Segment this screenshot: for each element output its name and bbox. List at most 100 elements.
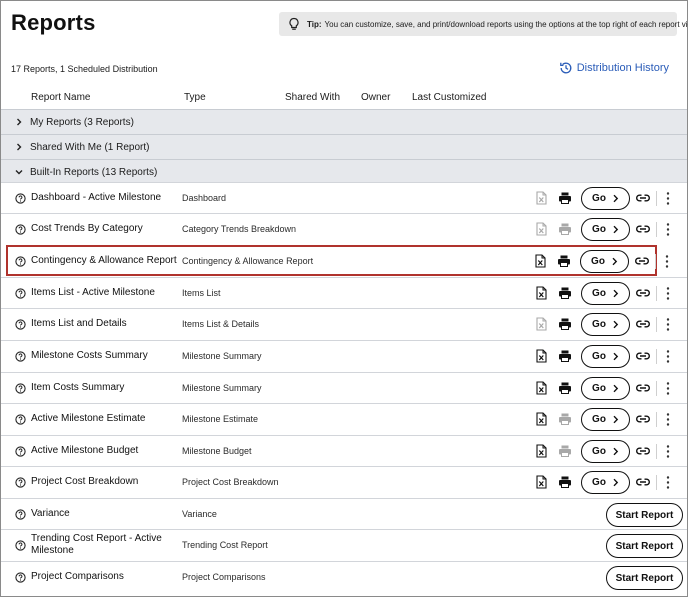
table-row[interactable]: Dashboard - Active Milestone Dashboard Go [1,182,687,213]
start-report-button[interactable]: Start Report [606,503,683,527]
report-group[interactable]: Shared With Me (1 Report) [1,134,687,159]
column-header-last-customized[interactable]: Last Customized [412,92,486,103]
link-icon[interactable] [635,192,651,204]
table-row[interactable]: Active Milestone Estimate Milestone Estim… [1,403,687,434]
divider [656,444,657,459]
printer-icon[interactable] [558,286,572,300]
help-circle-icon[interactable] [15,477,26,488]
help-circle-icon[interactable] [15,193,26,204]
excel-file-icon[interactable] [536,381,547,395]
help-circle-icon[interactable] [15,256,26,267]
link-icon[interactable] [635,413,651,425]
help-circle-icon[interactable] [15,319,26,330]
excel-file-icon[interactable] [536,444,547,458]
printer-icon[interactable] [558,475,572,489]
go-button[interactable]: Go [581,471,630,494]
table-row[interactable]: Items List and Details Items List & Detai… [1,308,687,339]
report-name[interactable]: Variance [31,508,70,519]
more-vertical-icon[interactable] [665,286,671,301]
report-type: Project Comparisons [182,572,266,582]
table-row[interactable]: Items List - Active Milestone Items List G… [1,277,687,308]
help-circle-icon[interactable] [15,288,26,299]
table-row[interactable]: Contingency & Allowance Report Contingenc… [6,245,669,276]
distribution-history-link[interactable]: Distribution History [559,61,669,75]
report-name[interactable]: Active Milestone Estimate [31,413,146,424]
report-group[interactable]: My Reports (3 Reports) [1,109,687,134]
table-row[interactable]: Variance Variance Start Report [1,498,687,529]
go-button[interactable]: Go [580,250,629,273]
help-circle-icon[interactable] [15,572,26,583]
help-circle-icon[interactable] [15,509,26,520]
go-button[interactable]: Go [581,313,630,336]
table-row[interactable]: Project Comparisons Project Comparisons St… [1,561,687,592]
more-vertical-icon[interactable] [665,349,671,364]
more-vertical-icon[interactable] [665,475,671,490]
report-name[interactable]: Dashboard - Active Milestone [31,192,161,203]
more-vertical-icon[interactable] [665,191,671,206]
link-icon[interactable] [635,223,651,235]
go-button[interactable]: Go [581,408,630,431]
go-button[interactable]: Go [581,282,630,305]
report-name[interactable]: Project Comparisons [31,571,124,582]
more-vertical-icon[interactable] [665,317,671,332]
report-name[interactable]: Project Cost Breakdown [31,476,138,487]
go-button[interactable]: Go [581,187,630,210]
help-circle-icon[interactable] [15,351,26,362]
printer-icon[interactable] [558,191,572,205]
help-circle-icon[interactable] [15,446,26,457]
help-circle-icon[interactable] [15,224,26,235]
more-vertical-icon[interactable] [665,444,671,459]
more-vertical-icon[interactable] [665,222,671,237]
link-icon[interactable] [635,287,651,299]
table-row[interactable]: Project Cost Breakdown Project Cost Break… [1,466,687,497]
report-name[interactable]: Contingency & Allowance Report [31,255,177,266]
report-name[interactable]: Milestone Costs Summary [31,350,148,361]
printer-icon[interactable] [558,381,572,395]
column-header-owner[interactable]: Owner [361,92,390,103]
report-name[interactable]: Trending Cost Report - Active Milestone [31,533,179,557]
link-icon[interactable] [634,255,650,267]
help-circle-icon[interactable] [15,414,26,425]
report-name[interactable]: Items List - Active Milestone [31,287,155,298]
report-name[interactable]: Active Milestone Budget [31,445,138,456]
excel-file-icon[interactable] [536,286,547,300]
printer-icon[interactable] [558,349,572,363]
excel-file-icon[interactable] [536,475,547,489]
link-icon[interactable] [635,318,651,330]
go-button[interactable]: Go [581,345,630,368]
report-name[interactable]: Cost Trends By Category [31,223,143,234]
help-circle-icon[interactable] [15,383,26,394]
start-report-button[interactable]: Start Report [606,534,683,558]
report-name[interactable]: Item Costs Summary [31,382,124,393]
more-vertical-icon[interactable] [665,412,671,427]
printer-icon[interactable] [557,254,571,268]
report-type: Items List & Details [182,319,260,329]
excel-file-icon[interactable] [535,254,546,268]
excel-file-icon[interactable] [536,412,547,426]
report-group[interactable]: Built-In Reports (13 Reports) [1,159,687,184]
go-button-label: Go [592,224,606,235]
link-icon[interactable] [635,445,651,457]
column-header-name[interactable]: Report Name [31,92,90,103]
chevron-right-icon [612,225,619,234]
more-vertical-icon[interactable] [665,381,671,396]
table-row[interactable]: Active Milestone Budget Milestone Budget G… [1,435,687,466]
go-button[interactable]: Go [581,377,630,400]
table-row[interactable]: Trending Cost Report - Active Milestone T… [1,529,687,560]
excel-file-icon[interactable] [536,349,547,363]
table-row[interactable]: Cost Trends By Category Category Trends B… [1,213,687,244]
table-row[interactable]: Item Costs Summary Milestone Summary Go [1,372,687,403]
start-report-button[interactable]: Start Report [606,566,683,590]
help-circle-icon[interactable] [15,540,26,551]
more-vertical-icon[interactable] [664,254,670,269]
column-header-shared[interactable]: Shared With [285,92,340,103]
column-header-type[interactable]: Type [184,92,206,103]
link-icon[interactable] [635,382,651,394]
report-name[interactable]: Items List and Details [31,318,127,329]
link-icon[interactable] [635,350,651,362]
link-icon[interactable] [635,476,651,488]
table-row[interactable]: Milestone Costs Summary Milestone Summary… [1,340,687,371]
printer-icon[interactable] [558,317,572,331]
go-button[interactable]: Go [581,440,630,463]
go-button[interactable]: Go [581,218,630,241]
